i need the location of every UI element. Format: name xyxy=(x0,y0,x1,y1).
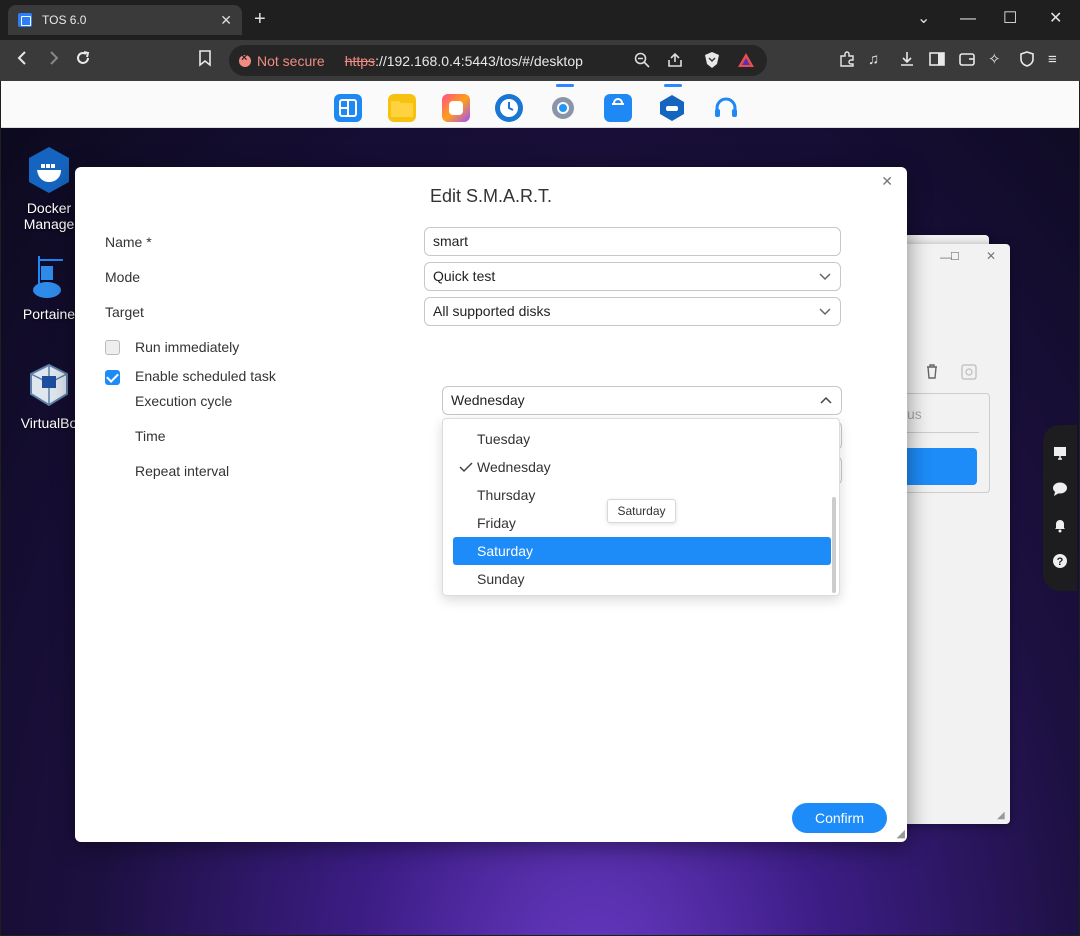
brave-shield-icon[interactable] xyxy=(703,51,721,73)
target-value: All supported disks xyxy=(433,303,551,319)
mode-value: Quick test xyxy=(433,268,496,284)
sidebar-toggle-icon[interactable] xyxy=(928,50,946,74)
portainer-icon xyxy=(27,252,71,298)
mode-select[interactable]: Quick test xyxy=(424,262,841,291)
zoom-icon[interactable] xyxy=(633,51,651,73)
minimize-window-button[interactable]: — xyxy=(960,10,976,28)
tab-search-chevron-icon[interactable]: ⌄ xyxy=(917,10,930,28)
docker-dock-icon[interactable] xyxy=(658,94,686,122)
chevron-down-icon xyxy=(819,298,831,335)
settings-small-icon[interactable] xyxy=(961,364,977,383)
not-secure-icon xyxy=(239,52,251,67)
mode-label: Mode xyxy=(105,269,141,285)
name-input[interactable]: smart xyxy=(424,227,841,256)
extensions-icon[interactable] xyxy=(838,50,856,74)
dropdown-scrollbar[interactable] xyxy=(832,497,836,593)
control-panel-icon[interactable] xyxy=(334,94,362,122)
target-select[interactable]: All supported disks xyxy=(424,297,841,326)
bg-window-text: us xyxy=(907,406,922,422)
help-icon[interactable]: ? xyxy=(1052,553,1068,569)
resize-handle-icon[interactable]: ◢ xyxy=(897,827,905,840)
address-bar[interactable]: Not secure https ://192.168.0.4:5443/tos… xyxy=(229,45,767,76)
brave-rewards-icon[interactable] xyxy=(737,51,755,73)
enable-scheduled-label: Enable scheduled task xyxy=(135,368,276,384)
confirm-button[interactable]: Confirm xyxy=(792,803,887,833)
browser-menu-icon[interactable]: ≡ xyxy=(1048,50,1057,70)
bg-window-panel: us xyxy=(893,393,990,493)
leo-ai-icon[interactable]: ✧ xyxy=(988,50,1001,70)
dropdown-option-selected[interactable]: Wednesday xyxy=(453,453,831,481)
bg-window-maximize[interactable]: ☐ xyxy=(950,250,960,263)
support-headset-icon[interactable] xyxy=(712,94,740,122)
share-icon[interactable] xyxy=(666,51,684,73)
tab-close-icon[interactable]: ✕ xyxy=(220,12,232,29)
tab-title: TOS 6.0 xyxy=(42,13,87,27)
dropdown-option[interactable]: Sunday xyxy=(453,565,831,593)
repeat-interval-label: Repeat interval xyxy=(135,463,230,479)
run-immediately-label: Run immediately xyxy=(135,339,240,355)
enable-scheduled-checkbox[interactable] xyxy=(105,370,120,385)
execution-cycle-label: Execution cycle xyxy=(135,393,233,409)
execution-cycle-select[interactable]: Wednesday xyxy=(442,386,842,415)
bg-window-close[interactable]: ✕ xyxy=(986,249,996,263)
tos-app-dock xyxy=(1,81,1079,128)
url-scheme: https xyxy=(344,52,376,69)
forward-button[interactable] xyxy=(46,49,60,71)
active-app-indicator xyxy=(664,84,682,87)
back-button[interactable] xyxy=(16,49,30,71)
url-text: ://192.168.0.4:5443/tos/#/desktop xyxy=(375,52,583,69)
reload-button[interactable] xyxy=(74,49,92,72)
virtualbox-icon xyxy=(27,361,71,407)
resize-handle-icon[interactable]: ◢ xyxy=(997,810,1005,821)
run-immediately-checkbox[interactable] xyxy=(105,340,120,355)
backup-clock-icon[interactable] xyxy=(495,94,523,122)
settings-gear-icon[interactable] xyxy=(549,94,577,122)
tos-favicon-icon xyxy=(18,13,32,27)
photos-icon[interactable] xyxy=(442,94,470,122)
download-icon[interactable] xyxy=(898,50,916,74)
file-manager-icon[interactable] xyxy=(388,94,416,122)
right-side-toolbar: ? xyxy=(1043,425,1077,591)
wallet-icon[interactable] xyxy=(958,50,976,74)
bell-icon[interactable] xyxy=(1052,517,1068,533)
dropdown-option-highlighted[interactable]: Saturday xyxy=(453,537,831,565)
browser-toolbar: Not secure https ://192.168.0.4:5443/tos… xyxy=(0,40,1080,81)
trash-icon[interactable] xyxy=(925,363,939,382)
target-label: Target xyxy=(105,304,144,320)
dropdown-option-label: Wednesday xyxy=(477,459,551,475)
close-window-button[interactable]: ✕ xyxy=(1049,10,1062,28)
background-window[interactable]: — ☐ ✕ us ◢ xyxy=(893,244,1010,824)
chevron-down-icon xyxy=(819,263,831,300)
svg-text:?: ? xyxy=(1057,556,1064,568)
security-indicator[interactable]: Not secure xyxy=(257,53,325,69)
media-music-icon[interactable]: ♫ xyxy=(868,50,879,70)
monitor-icon[interactable] xyxy=(1052,445,1068,461)
dialog-title: Edit S.M.A.R.T. xyxy=(429,186,553,206)
time-label: Time xyxy=(135,428,166,444)
option-tooltip: Saturday xyxy=(607,499,676,523)
active-app-indicator xyxy=(556,84,574,87)
maximize-window-button[interactable]: ☐ xyxy=(1003,10,1017,28)
dialog-close-icon[interactable]: ✕ xyxy=(881,173,893,190)
app-center-bag-icon[interactable] xyxy=(604,94,632,122)
browser-tab-strip: TOS 6.0 ✕ + ⌄ — ☐ ✕ xyxy=(0,0,1080,40)
chat-icon[interactable] xyxy=(1052,481,1068,497)
vpn-icon[interactable] xyxy=(1018,50,1036,74)
execution-cycle-value: Wednesday xyxy=(451,392,525,408)
dropdown-option[interactable]: Tuesday xyxy=(453,425,831,453)
new-tab-button[interactable]: + xyxy=(254,8,266,30)
docker-icon xyxy=(27,146,71,193)
bookmark-icon[interactable] xyxy=(198,49,212,72)
name-label: Name * xyxy=(105,234,152,250)
browser-tab[interactable]: TOS 6.0 ✕ xyxy=(8,5,242,35)
